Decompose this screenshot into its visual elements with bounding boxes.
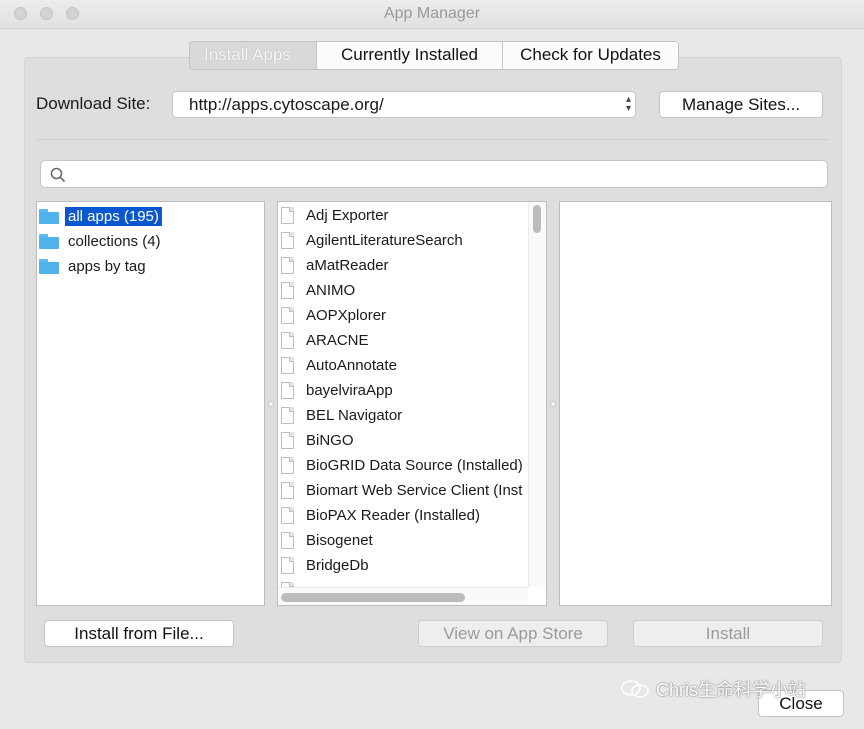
scroll-thumb[interactable] <box>281 593 465 602</box>
app-details-pane <box>559 201 832 606</box>
document-icon <box>281 282 294 299</box>
splitter-handle[interactable] <box>268 401 274 407</box>
document-icon <box>281 307 294 324</box>
manage-sites-button[interactable]: Manage Sites... <box>659 91 823 118</box>
tree-item-label: all apps (195) <box>65 206 162 226</box>
document-icon <box>281 382 294 399</box>
document-icon <box>281 432 294 449</box>
document-icon <box>281 457 294 474</box>
tree-item-apps-by-tag[interactable]: apps by tag <box>39 256 149 276</box>
document-icon <box>281 232 294 249</box>
list-item[interactable]: Biomart Web Service Client (Inst <box>281 478 522 503</box>
download-site-select[interactable]: http://apps.cytoscape.org/ ▴ ▾ <box>172 91 636 118</box>
list-item[interactable]: aMatReader <box>281 253 389 278</box>
list-item[interactable]: AOPXplorer <box>281 303 386 328</box>
search-field[interactable] <box>40 160 828 188</box>
document-icon <box>281 357 294 374</box>
list-item[interactable]: ANIMO <box>281 278 355 303</box>
list-item[interactable]: BridgeDb <box>281 553 369 578</box>
list-item[interactable]: Bisogenet <box>281 528 373 553</box>
document-icon <box>281 482 294 499</box>
document-icon <box>281 257 294 274</box>
watermark: Chris生命科学小站 <box>620 676 806 702</box>
select-arrows-icon: ▴ ▾ <box>625 94 631 114</box>
watermark-text: Chris生命科学小站 <box>656 680 807 700</box>
folder-icon <box>39 258 59 274</box>
scroll-thumb[interactable] <box>533 205 541 233</box>
vertical-scrollbar[interactable] <box>528 202 546 587</box>
tree-item-collections[interactable]: collections (4) <box>39 231 164 251</box>
title-bar: App Manager <box>0 0 864 29</box>
tree-item-label: collections (4) <box>68 232 161 250</box>
list-item[interactable]: BioGRID Data Source (Installed) <box>281 453 523 478</box>
view-on-app-store-button[interactable]: View on App Store <box>418 620 608 647</box>
list-item[interactable]: BioPAX Reader (Installed) <box>281 503 480 528</box>
tree-item-label: apps by tag <box>68 257 146 275</box>
list-item[interactable]: bayelviraApp <box>281 378 393 403</box>
splitter-handle[interactable] <box>550 401 556 407</box>
divider <box>36 139 829 140</box>
list-item[interactable]: AutoAnnotate <box>281 353 397 378</box>
document-icon <box>281 407 294 424</box>
search-icon <box>50 167 66 183</box>
install-from-file-button[interactable]: Install from File... <box>44 620 234 647</box>
document-icon <box>281 507 294 524</box>
download-site-label: Download Site: <box>36 94 151 113</box>
tab-currently-installed[interactable]: Currently Installed <box>316 42 502 69</box>
list-item[interactable]: AgilentLiteratureSearch <box>281 228 463 253</box>
folder-icon <box>39 233 59 249</box>
chat-bubbles-icon <box>621 680 649 698</box>
list-item[interactable]: BEL Navigator <box>281 403 402 428</box>
document-icon <box>281 532 294 549</box>
tree-item-all-apps[interactable]: all apps (195) <box>39 206 162 226</box>
tab-bar: Install Apps Currently Installed Check f… <box>189 41 679 70</box>
app-list[interactable]: Adj Exporter AgilentLiteratureSearch aMa… <box>277 201 547 606</box>
window-title: App Manager <box>383 5 481 22</box>
list-item[interactable]: BiNGO <box>281 428 354 453</box>
tab-check-for-updates[interactable]: Check for Updates <box>502 42 678 69</box>
list-item[interactable]: ARACNE <box>281 328 369 353</box>
list-item[interactable]: Adj Exporter <box>281 203 389 228</box>
install-button[interactable]: Install <box>633 620 823 647</box>
search-input[interactable] <box>73 163 817 187</box>
document-icon <box>281 332 294 349</box>
folder-icon <box>39 208 59 224</box>
horizontal-scrollbar[interactable] <box>278 587 528 605</box>
download-site-value: http://apps.cytoscape.org/ <box>189 95 384 114</box>
document-icon <box>281 207 294 224</box>
category-tree[interactable]: all apps (195) collections (4) apps by t… <box>36 201 265 606</box>
tab-install-apps[interactable]: Install Apps <box>190 42 316 69</box>
document-icon <box>281 557 294 574</box>
